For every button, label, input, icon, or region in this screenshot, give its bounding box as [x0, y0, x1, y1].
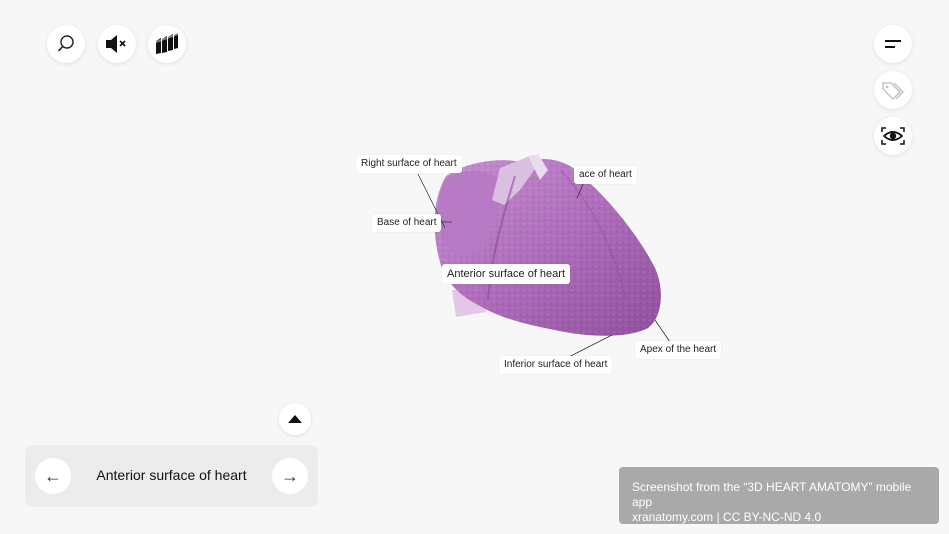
credit-line-1: Screenshot from the “3D HEART AMATOMY” m… — [632, 480, 912, 509]
structure-navigator: ← Anterior surface of heart → — [25, 445, 318, 507]
structure-title: Anterior surface of heart — [96, 467, 247, 483]
previous-button[interactable]: ← — [35, 458, 71, 494]
label-anterior-surface[interactable]: Anterior surface of heart — [442, 264, 571, 284]
label-inferior-surface[interactable]: Inferior surface of heart — [499, 356, 613, 374]
label-right-surface[interactable]: Right surface of heart — [356, 155, 462, 173]
label-left-surface[interactable]: ace of heart — [574, 166, 637, 184]
arrow-right-icon: → — [281, 465, 299, 486]
label-apex[interactable]: Apex of the heart — [635, 341, 722, 359]
credit-notice: Screenshot from the “3D HEART AMATOMY” m… — [619, 467, 939, 524]
expand-panel-button[interactable] — [279, 403, 311, 435]
chevron-up-icon — [288, 415, 302, 423]
next-button[interactable]: → — [272, 458, 308, 494]
label-base[interactable]: Base of heart — [372, 214, 442, 232]
arrow-left-icon: ← — [44, 465, 62, 486]
credit-line-2: xranatomy.com | CC BY-NC-ND 4.0 — [632, 510, 822, 524]
